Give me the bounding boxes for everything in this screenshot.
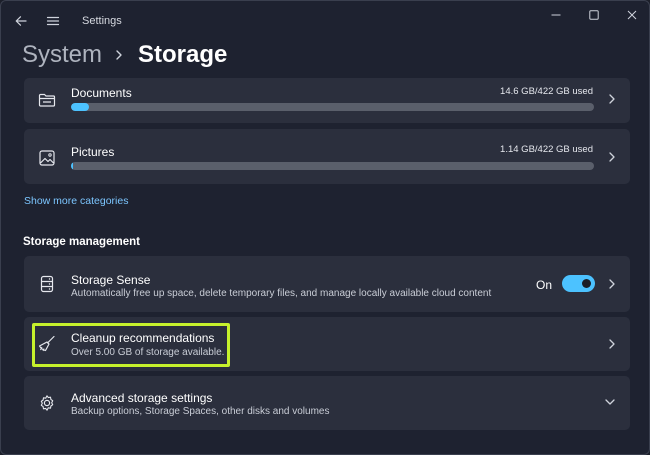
minimize-button[interactable]: [537, 1, 575, 29]
chevron-right-icon: [608, 338, 616, 350]
cleanup-recommendations-card[interactable]: Cleanup recommendations Over 5.00 GB of …: [24, 317, 630, 371]
back-arrow-icon: [15, 16, 27, 26]
category-usage: 1.14 GB/422 GB used: [500, 144, 593, 155]
minimize-icon: [551, 14, 561, 16]
chevron-right-icon: [608, 151, 616, 163]
gear-icon: [38, 394, 56, 412]
broom-icon: [38, 335, 56, 353]
hamburger-menu-icon: [46, 16, 60, 26]
storage-sense-toggle[interactable]: [562, 275, 595, 292]
usage-bar: [71, 103, 594, 111]
usage-bar-fill: [71, 162, 74, 170]
chevron-down-icon: [604, 398, 616, 406]
maximize-button[interactable]: [575, 1, 613, 29]
toggle-state-label: On: [536, 278, 553, 292]
hard-drive-icon: [38, 275, 56, 293]
maximize-icon: [589, 10, 599, 20]
picture-icon: [38, 149, 56, 167]
back-button[interactable]: [9, 9, 33, 33]
category-pictures[interactable]: Pictures 1.14 GB/422 GB used: [24, 129, 630, 184]
cleanup-description: Over 5.00 GB of storage available.: [71, 347, 225, 358]
toggle-knob: [582, 279, 591, 288]
usage-bar: [71, 162, 594, 170]
close-icon: [627, 10, 637, 20]
breadcrumb: System Storage: [22, 39, 227, 71]
storage-sense-description: Automatically free up space, delete temp…: [71, 288, 492, 299]
category-name: Documents: [71, 86, 132, 100]
category-usage: 14.6 GB/422 GB used: [500, 86, 593, 97]
navigation-menu-button[interactable]: [41, 9, 65, 33]
page-title: Storage: [138, 41, 228, 68]
breadcrumb-chevron-icon: [114, 49, 124, 61]
chevron-right-icon: [608, 278, 616, 290]
settings-window: Settings System Storage Documents 14.6 G…: [0, 0, 650, 455]
advanced-storage-title: Advanced storage settings: [71, 391, 213, 405]
advanced-storage-description: Backup options, Storage Spaces, other di…: [71, 406, 330, 417]
title-bar: Settings: [1, 1, 649, 41]
storage-sense-title: Storage Sense: [71, 273, 151, 287]
close-button[interactable]: [613, 1, 649, 29]
show-more-categories-link[interactable]: Show more categories: [24, 195, 128, 207]
storage-sense-card[interactable]: Storage Sense Automatically free up spac…: [24, 256, 630, 312]
category-name: Pictures: [71, 145, 115, 159]
advanced-storage-settings-card[interactable]: Advanced storage settings Backup options…: [24, 376, 630, 430]
breadcrumb-system[interactable]: System: [22, 41, 102, 69]
cleanup-title: Cleanup recommendations: [71, 331, 215, 345]
usage-bar-fill: [71, 103, 90, 111]
folder-icon: [38, 91, 56, 109]
scrollbar[interactable]: [643, 79, 646, 439]
section-heading-storage-management: Storage management: [23, 236, 140, 248]
window-title: Settings: [82, 15, 122, 27]
chevron-right-icon: [608, 93, 616, 105]
category-documents[interactable]: Documents 14.6 GB/422 GB used: [24, 78, 630, 123]
